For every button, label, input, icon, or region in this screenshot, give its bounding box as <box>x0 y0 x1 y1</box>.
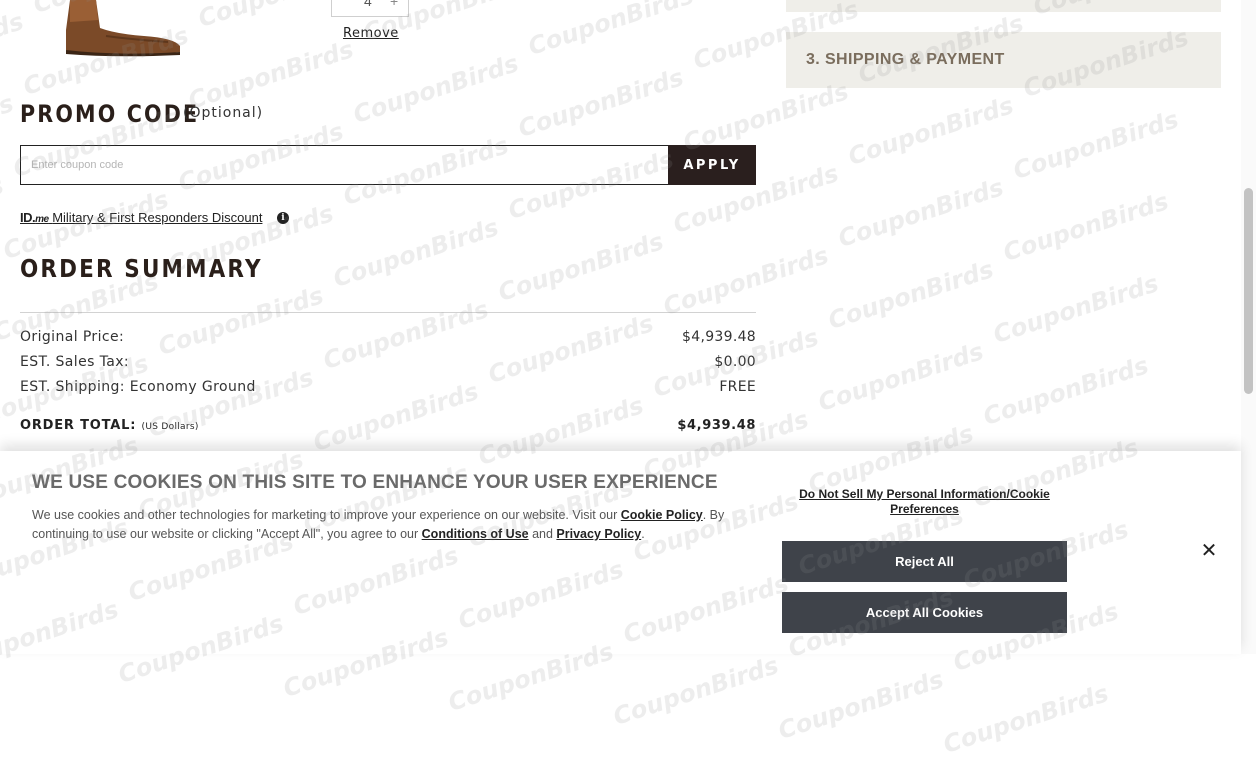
watermark-text: CouponBirds <box>349 49 522 129</box>
coupon-code-input[interactable] <box>20 145 669 185</box>
watermark-text: CouponBirds <box>0 89 17 169</box>
quantity-field[interactable]: 4 + <box>331 0 409 17</box>
watermark-text: CouponBirds <box>989 269 1162 349</box>
watermark-text: CouponBirds <box>484 309 657 389</box>
privacy-policy-link[interactable]: Privacy Policy <box>556 527 641 541</box>
summary-divider <box>20 312 756 313</box>
sales-tax-label: EST. Sales Tax: <box>20 354 130 370</box>
sales-tax-value: $0.00 <box>714 354 756 370</box>
checkout-step-previous <box>786 0 1221 12</box>
watermark-text: CouponBirds <box>309 377 482 457</box>
cookie-banner-title: WE USE COOKIES ON THIS SITE TO ENHANCE Y… <box>32 472 718 493</box>
watermark-text: CouponBirds <box>0 171 7 251</box>
original-price-label: Original Price: <box>20 329 125 345</box>
idme-discount-text: Military & First Responders Discount <box>52 210 263 225</box>
shipping-label: EST. Shipping: Economy Ground <box>20 379 256 395</box>
watermark-text: CouponBirds <box>844 91 1017 171</box>
product-image <box>56 0 184 57</box>
shipping-value: FREE <box>719 379 756 395</box>
watermark-text: CouponBirds <box>1009 105 1182 185</box>
order-total-label: ORDER TOTAL: (US Dollars) <box>20 418 199 433</box>
watermark-text: CouponBirds <box>824 255 997 335</box>
info-icon[interactable]: i <box>277 212 289 224</box>
watermark-text: CouponBirds <box>659 241 832 321</box>
promo-code-heading: PROMO CODE <box>20 100 200 128</box>
order-total-value: $4,939.48 <box>677 418 756 433</box>
watermark-text: CouponBirds <box>609 651 782 731</box>
conditions-of-use-link[interactable]: Conditions of Use <box>422 527 529 541</box>
currency-note: (US Dollars) <box>141 422 199 432</box>
watermark-text: CouponBirds <box>0 7 27 87</box>
apply-coupon-button[interactable]: APPLY <box>668 145 756 185</box>
do-not-sell-link[interactable]: Do Not Sell My Personal Information/Cook… <box>782 487 1067 517</box>
original-price-value: $4,939.48 <box>682 329 756 345</box>
promo-optional-label: (Optional) <box>183 105 264 121</box>
watermark-text: CouponBirds <box>514 63 687 143</box>
watermark-text: CouponBirds <box>834 173 1007 253</box>
quantity-value: 4 <box>364 0 372 9</box>
reject-all-button[interactable]: Reject All <box>782 541 1067 582</box>
order-summary-heading: ORDER SUMMARY <box>20 254 263 283</box>
close-icon[interactable]: ✕ <box>1199 538 1219 562</box>
watermark-text: CouponBirds <box>524 0 697 61</box>
watermark-text: CouponBirds <box>494 227 667 307</box>
watermark-text: CouponBirds <box>979 351 1152 431</box>
checkout-step-label: 3. SHIPPING & PAYMENT <box>806 51 1005 68</box>
idme-logo: ID.me <box>20 210 49 225</box>
watermark-text: CouponBirds <box>184 35 357 115</box>
watermark-text: CouponBirds <box>0 185 172 265</box>
scrollbar-thumb[interactable] <box>1244 188 1253 394</box>
watermark-text: CouponBirds <box>329 213 502 293</box>
watermark-text: CouponBirds <box>154 281 327 361</box>
idme-discount-link[interactable]: ID.me Military & First Responders Discou… <box>20 210 262 225</box>
watermark-text: CouponBirds <box>774 665 947 745</box>
watermark-text: CouponBirds <box>999 187 1172 267</box>
cookie-policy-link[interactable]: Cookie Policy <box>621 508 703 522</box>
quantity-increment-icon[interactable]: + <box>390 0 398 9</box>
watermark-text: CouponBirds <box>0 0 37 5</box>
remove-item-link[interactable]: Remove <box>343 26 399 41</box>
watermark-text: CouponBirds <box>319 295 492 375</box>
watermark-text: CouponBirds <box>939 679 1112 759</box>
accept-all-cookies-button[interactable]: Accept All Cookies <box>782 592 1067 633</box>
cookie-banner-text: We use cookies and other technologies fo… <box>32 508 725 541</box>
watermark-text: CouponBirds <box>814 337 987 417</box>
checkout-step-shipping-payment[interactable]: 3. SHIPPING & PAYMENT <box>786 32 1221 88</box>
